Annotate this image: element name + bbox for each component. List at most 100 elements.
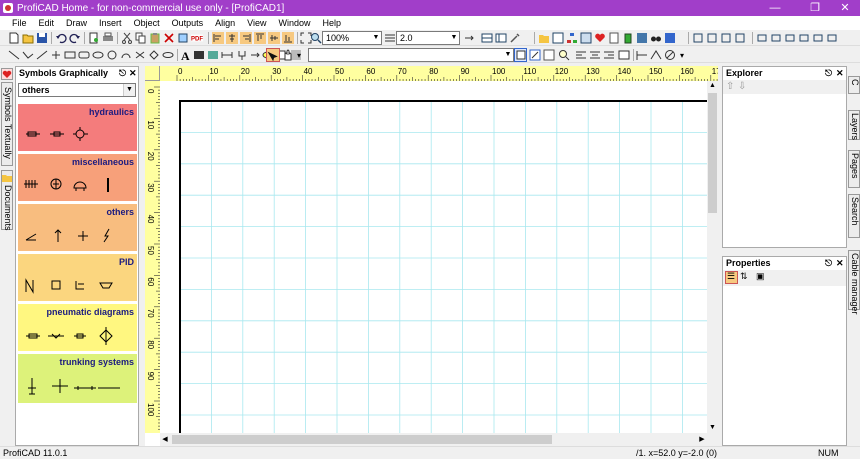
align-bottom-icon[interactable] (282, 32, 294, 44)
chevron-down-icon[interactable]: ▼ (449, 32, 459, 44)
text-align-left-icon[interactable] (575, 49, 587, 61)
toolbar-overflow-icon[interactable]: ▾ (297, 51, 301, 60)
dimension-tool-icon[interactable] (221, 49, 233, 61)
arc-tool-icon[interactable] (120, 49, 132, 61)
paste-icon[interactable] (149, 32, 161, 44)
redo-icon[interactable] (69, 32, 81, 44)
rounded-rect-tool-icon[interactable] (78, 49, 90, 61)
scroll-down-icon[interactable]: ▼ (708, 423, 717, 433)
align-middle-icon[interactable] (268, 32, 280, 44)
symbol-tool-icon[interactable] (236, 49, 248, 61)
menu-edit[interactable]: Edit (33, 16, 61, 30)
categorized-icon[interactable]: ☰ (727, 271, 735, 282)
pdf-icon[interactable]: PDF (191, 32, 203, 44)
open-folder-icon[interactable] (22, 32, 34, 44)
search-tab[interactable]: Search (848, 194, 860, 238)
font-combo[interactable]: ▼ (308, 48, 514, 62)
menu-outputs[interactable]: Outputs (166, 16, 210, 30)
horizontal-scrollbar[interactable]: ◀ ▶ (160, 433, 707, 446)
table-icon[interactable] (481, 32, 493, 44)
line-style-icon[interactable] (384, 32, 396, 44)
page-setup-icon[interactable] (88, 32, 100, 44)
text-align-right-icon[interactable] (603, 49, 615, 61)
distribute-top-icon[interactable] (798, 32, 810, 44)
ellipse-tool-icon[interactable] (92, 49, 104, 61)
category-others[interactable]: others (18, 204, 137, 252)
layers-tab[interactable]: Layers (848, 110, 860, 140)
minimize-icon[interactable]: — (758, 0, 792, 16)
chevron-down-icon[interactable]: ▼ (371, 32, 381, 44)
close-icon[interactable]: ✕ (129, 67, 137, 80)
arrow-tool-icon[interactable] (250, 49, 262, 61)
close-icon[interactable]: ✕ (836, 67, 844, 80)
select-pointer-icon[interactable] (267, 49, 279, 61)
image-tool-icon[interactable] (207, 49, 219, 61)
chevron-down-icon[interactable]: ▼ (123, 84, 135, 96)
menu-file[interactable]: File (0, 16, 33, 30)
text-block-icon[interactable] (618, 49, 630, 61)
binoculars-icon[interactable] (650, 32, 662, 44)
new-file-icon[interactable] (8, 32, 20, 44)
distribute-bottom-icon[interactable] (826, 32, 838, 44)
align-top-icon[interactable] (254, 32, 266, 44)
ungroup-icon[interactable] (720, 32, 732, 44)
no-connect-icon[interactable] (664, 49, 676, 61)
bezier-tool-icon[interactable] (162, 49, 174, 61)
menu-object[interactable]: Object (128, 16, 166, 30)
align-center-icon[interactable] (226, 32, 238, 44)
polyline-tool-icon[interactable] (22, 49, 34, 61)
distribute-middle-icon[interactable] (812, 32, 824, 44)
chevron-down-icon[interactable]: ▼ (503, 49, 513, 61)
line-width-combo[interactable]: 2.0 ▼ (396, 31, 460, 45)
close-icon[interactable]: ✕ (836, 257, 844, 270)
drawing-sheet[interactable] (160, 81, 707, 433)
polygon-tool-icon[interactable] (148, 49, 160, 61)
property-pages-icon[interactable]: ▣ (756, 271, 765, 282)
menu-insert[interactable]: Insert (93, 16, 128, 30)
select-frame-icon[interactable] (692, 32, 704, 44)
rotate-icon[interactable] (734, 32, 746, 44)
settings-icon[interactable] (636, 32, 648, 44)
folder-icon[interactable] (538, 32, 550, 44)
restore-icon[interactable]: ❐ (798, 0, 832, 16)
category-trunking-systems[interactable]: trunking systems (18, 354, 137, 404)
text-zoom-icon[interactable] (558, 49, 570, 61)
distribute-left-icon[interactable] (756, 32, 768, 44)
sort-az-icon[interactable]: ⇅ (740, 271, 748, 282)
menu-draw[interactable]: Draw (60, 16, 93, 30)
help-icon[interactable] (664, 32, 676, 44)
pin-icon[interactable]: ⎋ (119, 67, 126, 80)
cut-icon[interactable] (121, 32, 133, 44)
symbols-graphically-tab[interactable] (1, 68, 13, 80)
distribute-center-icon[interactable] (770, 32, 782, 44)
documents-tab[interactable]: Documents (1, 170, 13, 231)
arrow-down-icon[interactable]: ⇩ (738, 81, 746, 92)
battery-icon[interactable] (622, 32, 634, 44)
distribute-right-icon[interactable] (784, 32, 796, 44)
delete-icon[interactable] (163, 32, 175, 44)
category-pid[interactable]: PID (18, 254, 137, 302)
menu-view[interactable]: View (241, 16, 272, 30)
horizontal-scroll-thumb[interactable] (172, 435, 552, 444)
cable-manager-tab[interactable]: Cable manager (848, 250, 860, 315)
no-fill-icon[interactable] (515, 49, 527, 61)
connection-icon[interactable] (650, 49, 662, 61)
wire-tool-icon[interactable] (36, 49, 48, 61)
vertical-scrollbar[interactable]: ▲ ▼ (707, 81, 718, 433)
print-icon[interactable] (102, 32, 114, 44)
rectangle-tool-icon[interactable] (64, 49, 76, 61)
bus-tool-icon[interactable] (50, 49, 62, 61)
zoom-icon[interactable] (310, 32, 322, 44)
library-select[interactable]: others ▼ (18, 83, 136, 97)
layout-icon[interactable] (495, 32, 507, 44)
menu-align[interactable]: Align (209, 16, 241, 30)
menu-help[interactable]: Help (317, 16, 348, 30)
c-tab[interactable]: C (848, 76, 860, 94)
line-color-icon[interactable] (529, 49, 541, 61)
category-hydraulics[interactable]: hydraulics (18, 104, 137, 152)
text-tool-icon[interactable]: A (180, 49, 192, 61)
find-icon[interactable] (177, 32, 189, 44)
toolbar-overflow-icon[interactable]: ▾ (680, 51, 684, 60)
network-icon[interactable] (566, 32, 578, 44)
category-miscellaneous[interactable]: miscellaneous (18, 154, 137, 202)
